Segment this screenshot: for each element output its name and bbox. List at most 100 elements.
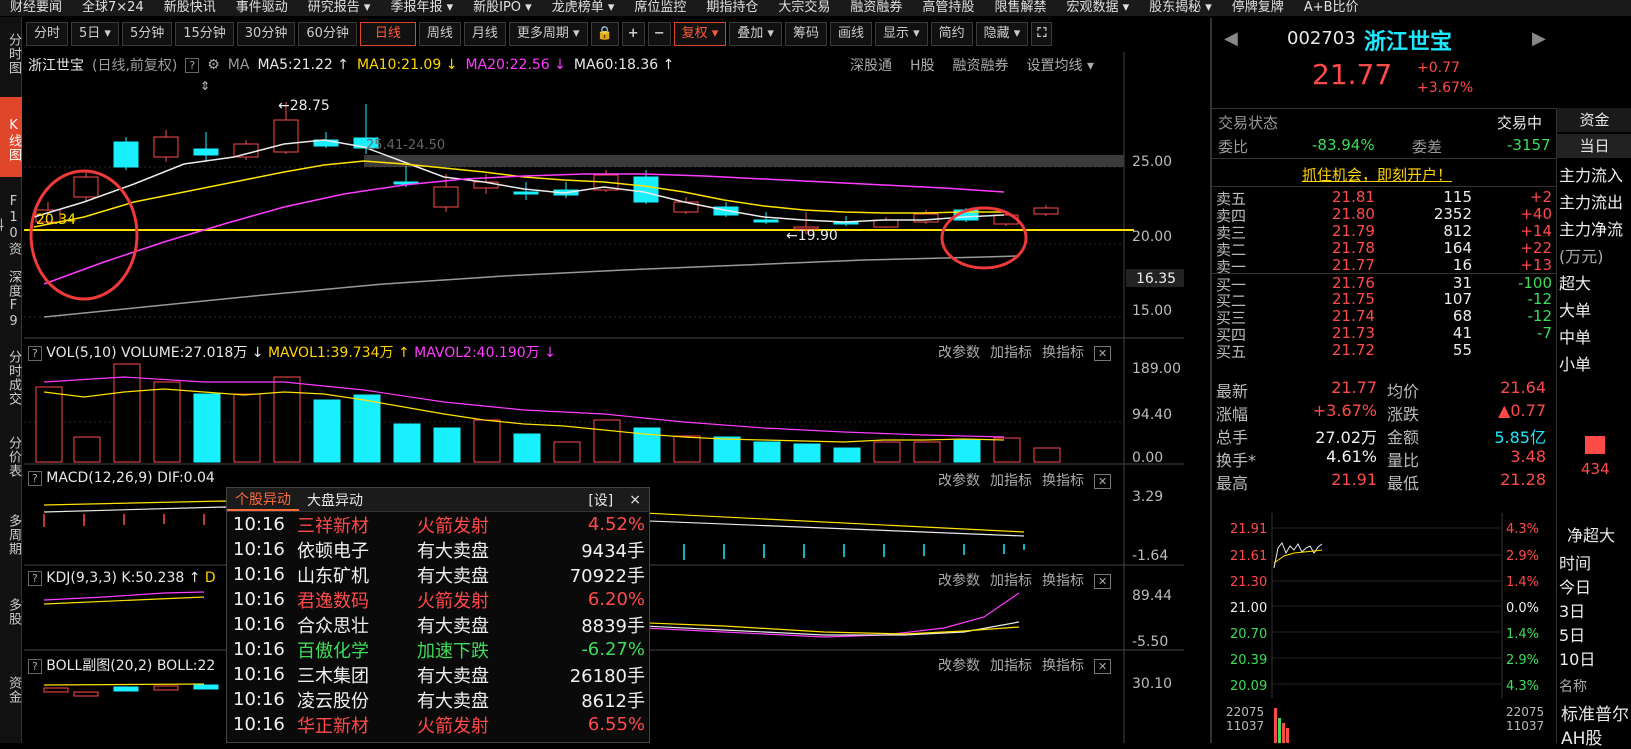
toolbar-button[interactable]: 5日 ▾ [71, 22, 119, 46]
panel-button[interactable]: 加指标 [990, 345, 1032, 361]
toolbar-button[interactable]: 周线 [418, 22, 461, 46]
panel-button[interactable]: 改参数 [938, 658, 980, 674]
panel-button[interactable]: 加指标 [990, 658, 1032, 674]
help-icon[interactable]: ? [28, 659, 42, 674]
left-tab[interactable]: 分价表 [0, 420, 22, 488]
help-icon[interactable]: ? [28, 346, 42, 361]
alert-row[interactable]: 10:16 三祥新材 火箭发射 4.52% [227, 512, 649, 537]
top-nav-item[interactable]: 股东揭秘 ▾ [1139, 0, 1222, 16]
next-stock-icon[interactable]: ▶ [1532, 28, 1546, 49]
panel-button[interactable]: 改参数 [938, 345, 980, 361]
prev-stock-icon[interactable]: ◀ [1224, 28, 1238, 49]
top-nav-item[interactable]: 席位监控 [624, 0, 696, 16]
alert-row[interactable]: 10:16 三木集团 有大卖盘 26180手 [227, 662, 649, 687]
order-book-row[interactable]: 买二 21.75 107 -12 [1212, 290, 1557, 310]
panel-button[interactable]: 改参数 [938, 573, 980, 589]
top-nav-item[interactable]: 事件驱动 [226, 0, 298, 16]
toolbar-button[interactable]: 60分钟 [298, 22, 357, 46]
tab-fund[interactable]: 资金 [1557, 108, 1631, 132]
close-icon[interactable]: ✕ [1094, 474, 1112, 489]
alert-row[interactable]: 10:16 百傲化学 加速下跌 -6.27% [227, 637, 649, 662]
period-option[interactable]: 10日 [1559, 646, 1631, 670]
toolbar-button[interactable]: 画线 [829, 22, 872, 46]
left-tab[interactable]: 分时成交 [0, 335, 22, 415]
panel-button[interactable]: 换指标 [1042, 658, 1084, 674]
toolbar-button[interactable]: 分时 [26, 22, 69, 46]
toolbar-button[interactable]: 复权 ▾ [673, 22, 727, 46]
order-book-row[interactable]: 卖一 21.77 16 +13 [1212, 256, 1557, 276]
order-book-row[interactable]: 买五 21.72 55 [1212, 341, 1557, 361]
toolbar-button[interactable]: 显示 ▾ [874, 22, 928, 46]
left-tab[interactable]: 多股 [0, 576, 22, 642]
left-tab[interactable]: 深度F9 [0, 264, 22, 330]
top-nav-item[interactable]: 财经要闻 [0, 0, 72, 16]
left-tab[interactable]: 多周期 [0, 493, 22, 571]
toolbar-button[interactable]: 30分钟 [236, 22, 296, 46]
order-book-row[interactable]: 买四 21.73 41 -7 [1212, 324, 1557, 344]
panel-button[interactable]: 换指标 [1042, 345, 1084, 361]
order-book-row[interactable]: 卖四 21.80 2352 +40 [1212, 205, 1557, 225]
close-icon[interactable]: ✕ [1094, 346, 1112, 361]
close-icon[interactable]: ✕ [1094, 574, 1112, 589]
alert-row[interactable]: 10:16 山东矿机 有大卖盘 70922手 [227, 562, 649, 587]
help-icon[interactable]: ? [28, 471, 42, 486]
period-option[interactable]: 今日 [1559, 574, 1631, 598]
close-icon[interactable]: ✕ [1094, 659, 1112, 674]
panel-button[interactable]: 换指标 [1042, 473, 1084, 489]
toolbar-button[interactable]: 15分钟 [175, 22, 234, 46]
left-tab[interactable]: 资金 [0, 647, 22, 726]
top-nav-item[interactable]: 全球7×24 [72, 0, 154, 16]
tab-today[interactable]: 当日 [1557, 134, 1631, 158]
panel-button[interactable]: 改参数 [938, 473, 980, 489]
tab-market-alerts[interactable]: 大盘异动 [299, 490, 371, 510]
alert-row[interactable]: 10:16 华正新材 火箭发射 6.55% [227, 712, 649, 737]
period-option[interactable]: 5日 [1559, 622, 1631, 646]
tab-stock-alerts[interactable]: 个股异动 [227, 489, 299, 511]
close-icon[interactable]: × [621, 492, 649, 508]
toolbar-button[interactable]: − [647, 22, 671, 46]
toolbar-button[interactable]: 叠加 ▾ [729, 22, 782, 46]
panel-button[interactable]: 换指标 [1042, 573, 1084, 589]
toolbar-button[interactable]: 更多周期 ▾ [508, 22, 588, 46]
top-nav-item[interactable]: A+B比价 [1294, 0, 1369, 16]
top-nav-item[interactable]: 龙虎榜单 ▾ [542, 0, 625, 16]
order-book-row[interactable]: 买一 21.76 31 -100 [1212, 273, 1557, 294]
toolbar-button[interactable]: 简约 [930, 22, 973, 46]
toolbar-button[interactable]: + [621, 22, 645, 46]
order-book-row[interactable]: 卖五 21.81 115 +2 [1212, 188, 1557, 208]
order-book-row[interactable]: 卖三 21.79 812 +14 [1212, 222, 1557, 242]
top-nav-item[interactable]: 新股IPO ▾ [463, 0, 542, 16]
period-option[interactable]: 3日 [1559, 598, 1631, 622]
top-nav-item[interactable]: 宏观数据 ▾ [1056, 0, 1139, 16]
toolbar-button[interactable]: 筹码 [784, 22, 827, 46]
left-tab[interactable]: F10资料 [0, 182, 22, 262]
popup-settings-button[interactable]: [设] [580, 490, 621, 510]
alert-row[interactable]: 10:16 依顿电子 有大卖盘 9434手 [227, 537, 649, 562]
left-tab[interactable]: K线图 [0, 97, 22, 177]
toolbar-button[interactable]: 🔒 [590, 22, 619, 46]
top-nav-item[interactable]: 新股快讯 [154, 0, 226, 16]
order-book-row[interactable]: 买三 21.74 68 -12 [1212, 307, 1557, 327]
top-nav-item[interactable]: 融资融券 [840, 0, 912, 16]
top-nav-item[interactable]: 季报年报 ▾ [380, 0, 463, 16]
promo-link[interactable]: 抓住机会，即刻开户！ [1302, 164, 1452, 185]
top-nav-item[interactable]: 期指持仓 [696, 0, 768, 16]
left-tab[interactable]: 分时图 [0, 17, 22, 85]
toolbar-button[interactable]: 日线 [359, 22, 416, 46]
panel-button[interactable]: 加指标 [990, 573, 1032, 589]
help-icon[interactable]: ? [28, 571, 42, 586]
top-nav-item[interactable]: 大宗交易 [768, 0, 840, 16]
alert-row[interactable]: 10:16 凌云股份 有大卖盘 8612手 [227, 687, 649, 712]
top-nav-item[interactable]: 研究报告 ▾ [298, 0, 381, 16]
top-nav-item[interactable]: 高管持股 [912, 0, 984, 16]
alert-row[interactable]: 10:16 君逸数码 火箭发射 6.20% [227, 587, 649, 612]
panel-button[interactable]: 加指标 [990, 473, 1032, 489]
top-nav-item[interactable]: 停牌复牌 [1222, 0, 1294, 16]
alert-row[interactable]: 10:16 合众思壮 有大卖盘 8839手 [227, 612, 649, 637]
intraday-mini-chart[interactable]: 21.91 21.61 21.30 21.00 20.70 20.39 20.09 4.3% 2… [1212, 508, 1557, 743]
toolbar-button[interactable]: ⛶ [1031, 22, 1053, 46]
toolbar-button[interactable]: 5分钟 [121, 22, 173, 46]
toolbar-button[interactable]: 月线 [463, 22, 506, 46]
toolbar-button[interactable]: 隐藏 ▾ [975, 22, 1029, 46]
order-book-row[interactable]: 卖二 21.78 164 +22 [1212, 239, 1557, 259]
